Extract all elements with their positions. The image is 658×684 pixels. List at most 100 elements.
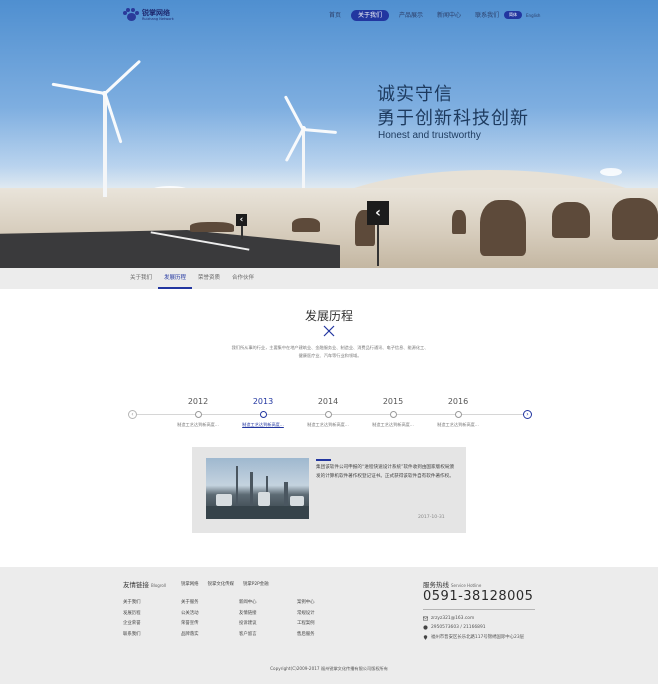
timeline-point-3[interactable]: 2015 制造工艺达到新高度... bbox=[358, 397, 428, 428]
footer-column: 关于服务 公关活动 荣誉宣传 品牌落实 bbox=[181, 598, 199, 640]
shrub bbox=[480, 200, 526, 256]
contact-address: 福州市晋安区长乐北路117号锦绣国际中心23层 bbox=[423, 634, 524, 640]
section-description: 我们所从事的行业，主要集中在地产建筑业、金融服务业、制造业、消费品行通讯、电子信… bbox=[231, 345, 429, 358]
footer-link[interactable]: 售后服务 bbox=[297, 630, 315, 641]
hotline-number: 0591-38128005 bbox=[423, 589, 534, 604]
friend-link[interactable]: 锐掌P2P金融 bbox=[243, 581, 269, 587]
event-accent-line bbox=[316, 459, 331, 461]
timeline-point-2[interactable]: 2014 制造工艺达到新高度... bbox=[293, 397, 363, 428]
chat-icon bbox=[423, 625, 428, 630]
friend-links-title: 友情链接 Blogroll bbox=[123, 579, 166, 589]
hero-title-line1: 诚实守信 bbox=[377, 84, 453, 105]
friend-links: 锐掌网络 锐掌文化传媒 锐掌P2P金融 bbox=[181, 581, 269, 587]
footer-link[interactable]: 常规设计 bbox=[297, 609, 315, 620]
subnav-item-2[interactable]: 荣誉资质 bbox=[192, 268, 226, 289]
subnav-item-3[interactable]: 合作伙伴 bbox=[226, 268, 260, 289]
lang-chinese-button[interactable]: 简体 bbox=[504, 11, 522, 19]
subnav-item-0[interactable]: 关于我们 bbox=[124, 268, 158, 289]
nav-item-2[interactable]: 产品展示 bbox=[392, 10, 430, 21]
timeline-dot bbox=[389, 411, 397, 418]
section-title: 发展历程 bbox=[304, 309, 353, 323]
chevron-sign-icon: ‹ bbox=[236, 214, 247, 226]
sign-post bbox=[241, 225, 243, 239]
footer-link[interactable]: 公关活动 bbox=[181, 609, 199, 620]
footer-link[interactable]: 企业荣誉 bbox=[123, 619, 141, 630]
shrub bbox=[612, 198, 658, 240]
footer-column: 关于我们 发展历程 企业荣誉 联系我们 bbox=[123, 598, 141, 640]
shrub bbox=[452, 210, 466, 234]
timeline-prev-button[interactable]: ‹ bbox=[128, 410, 137, 419]
footer: 友情链接 Blogroll 锐掌网络 锐掌文化传媒 锐掌P2P金融 关于我们 发展历程企… bbox=[0, 567, 658, 684]
timeline-year: 2014 bbox=[317, 397, 339, 406]
footer-link[interactable]: 客户留言 bbox=[239, 630, 257, 641]
main-nav: 首页 关于我们 产品展示 新闻中心 联系我们 bbox=[322, 10, 506, 21]
divider bbox=[423, 609, 535, 610]
timeline: ‹ › 2012 制造工艺达到新高度... 2013 制造工艺达到新高度... 2014… bbox=[128, 395, 532, 435]
hero-title-line2: 勇于创新科技创新 bbox=[377, 108, 529, 129]
shrub bbox=[552, 202, 590, 238]
location-pin-icon bbox=[423, 634, 428, 640]
footer-link[interactable]: 品牌落实 bbox=[181, 630, 199, 641]
nav-item-0[interactable]: 首页 bbox=[322, 10, 348, 21]
friend-link[interactable]: 锐掌网络 bbox=[181, 581, 199, 587]
logo-name: 锐掌网络 bbox=[142, 8, 170, 17]
lang-english-button[interactable]: English bbox=[526, 13, 540, 18]
timeline-year: 2012 bbox=[187, 397, 209, 406]
footer-link[interactable]: 发展历程 bbox=[123, 609, 141, 620]
language-switch: 简体 English bbox=[504, 11, 540, 19]
friend-links-title-cn: 友情链接 bbox=[123, 581, 149, 589]
factory-image bbox=[206, 458, 309, 519]
hotline-title-cn: 服务热线 bbox=[423, 581, 449, 589]
timeline-label: 制造工艺达到新高度... bbox=[177, 422, 219, 427]
footer-column: 案例中心 常规设计 工程案例 售后服务 bbox=[297, 598, 315, 640]
paw-logo-icon bbox=[123, 8, 139, 22]
footer-link[interactable]: 联系我们 bbox=[123, 630, 141, 641]
email-text[interactable]: zrzyz321@163.com bbox=[431, 616, 474, 621]
chevron-sign-icon: ‹ bbox=[367, 201, 389, 225]
friend-links-title-en: Blogroll bbox=[151, 583, 167, 588]
footer-link[interactable]: 新闻中心 bbox=[239, 598, 257, 609]
nav-item-3[interactable]: 新闻中心 bbox=[430, 10, 468, 21]
sub-nav: 关于我们 发展历程 荣誉资质 合作伙伴 bbox=[0, 268, 658, 289]
logo[interactable]: 锐掌网络 Ruizhang Network bbox=[123, 8, 174, 22]
hero-subtitle: Honest and trustworthy bbox=[378, 130, 481, 141]
logo-name-en: Ruizhang Network bbox=[142, 16, 174, 21]
cloud bbox=[600, 168, 622, 176]
timeline-year: 2015 bbox=[382, 397, 404, 406]
event-card: 集团该软件公司申报的“进程快速设计系统”软件收到由国家版权局颁发的计算机软件著作… bbox=[192, 447, 466, 533]
timeline-label: 制造工艺达到新高度... bbox=[437, 422, 479, 427]
timeline-next-button[interactable]: › bbox=[523, 410, 532, 419]
timeline-label: 制造工艺达到新高度... bbox=[307, 422, 349, 427]
nav-item-1[interactable]: 关于我们 bbox=[351, 10, 390, 21]
address-text: 福州市晋安区长乐北路117号锦绣国际中心23层 bbox=[431, 635, 525, 640]
timeline-point-4[interactable]: 2016 制造工艺达到新高度... bbox=[423, 397, 493, 428]
subnav-item-1[interactable]: 发展历程 bbox=[158, 268, 193, 289]
footer-link[interactable]: 关于我们 bbox=[123, 598, 141, 609]
shrub bbox=[190, 222, 234, 232]
timeline-year: 2013 bbox=[252, 397, 274, 406]
footer-link[interactable]: 友情链接 bbox=[239, 609, 257, 620]
qq-text: 2950573603 / 21166891 bbox=[431, 625, 486, 630]
timeline-point-0[interactable]: 2012 制造工艺达到新高度... bbox=[163, 397, 233, 428]
footer-column: 新闻中心 友情链接 投诉建议 客户留言 bbox=[239, 598, 257, 640]
timeline-label: 制造工艺达到新高度... bbox=[242, 422, 284, 427]
timeline-year: 2016 bbox=[447, 397, 469, 406]
nav-item-4[interactable]: 联系我们 bbox=[468, 10, 506, 21]
footer-link[interactable]: 工程案例 bbox=[297, 619, 315, 630]
friend-link[interactable]: 锐掌文化传媒 bbox=[208, 581, 234, 587]
copyright: Copyright(C)2009-2017 福州锐掌文化传播有限公司版权所有 bbox=[270, 666, 388, 671]
timeline-dot bbox=[194, 411, 202, 418]
contact-email: zrzyz321@163.com bbox=[423, 616, 474, 621]
timeline-dot bbox=[324, 411, 332, 418]
sign-post bbox=[377, 222, 379, 266]
timeline-dot bbox=[259, 411, 267, 418]
timeline-label: 制造工艺达到新高度... bbox=[372, 422, 414, 427]
timeline-point-1[interactable]: 2013 制造工艺达到新高度... bbox=[228, 397, 298, 428]
footer-link[interactable]: 荣誉宣传 bbox=[181, 619, 199, 630]
footer-link[interactable]: 案例中心 bbox=[297, 598, 315, 609]
event-text: 集团该软件公司申报的“进程快速设计系统”软件收到由国家版权局颁发的计算机软件著作… bbox=[316, 465, 454, 479]
hotline-title-en: Service Hotline bbox=[451, 583, 482, 588]
shrub bbox=[292, 218, 320, 232]
footer-link[interactable]: 关于服务 bbox=[181, 598, 199, 609]
footer-link[interactable]: 投诉建议 bbox=[239, 619, 257, 630]
